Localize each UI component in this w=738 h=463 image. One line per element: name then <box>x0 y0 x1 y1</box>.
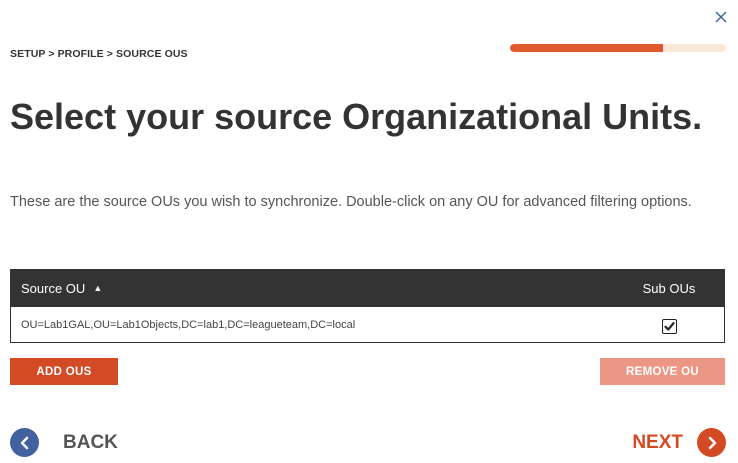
page-description: These are the source OUs you wish to syn… <box>10 194 692 210</box>
add-ous-button[interactable]: ADD OUS <box>10 358 118 385</box>
column-header-sub-ous[interactable]: Sub OUs <box>614 281 724 296</box>
chevron-right-icon <box>697 428 726 457</box>
column-header-source-ou-label: Source OU <box>21 281 86 296</box>
remove-ou-button[interactable]: REMOVE OU <box>600 358 725 385</box>
caret-up-icon: ▲ <box>93 283 103 293</box>
table-row[interactable]: OU=Lab1GAL,OU=Lab1Objects,DC=lab1,DC=lea… <box>11 307 724 342</box>
back-button[interactable]: BACK <box>10 428 118 457</box>
sub-ous-cell <box>614 315 724 334</box>
close-icon[interactable] <box>712 8 730 26</box>
source-ou-table: Source OU ▲ Sub OUs OU=Lab1GAL,OU=Lab1Ob… <box>10 269 725 343</box>
column-header-source-ou[interactable]: Source OU ▲ <box>11 281 614 296</box>
next-label: NEXT <box>632 431 683 453</box>
checkmark-icon <box>663 322 675 331</box>
back-label: BACK <box>63 431 118 453</box>
next-button[interactable]: NEXT <box>632 428 726 457</box>
progress-bar <box>510 44 726 52</box>
progress-fill <box>510 44 664 52</box>
sub-ous-checkbox[interactable] <box>661 319 677 334</box>
source-ou-cell: OU=Lab1GAL,OU=Lab1Objects,DC=lab1,DC=lea… <box>21 318 356 331</box>
table-header: Source OU ▲ Sub OUs <box>11 270 724 307</box>
breadcrumb: SETUP > PROFILE > SOURCE OUS <box>10 48 188 60</box>
page-title: Select your source Organizational Units. <box>10 96 703 137</box>
chevron-left-icon <box>10 428 39 457</box>
